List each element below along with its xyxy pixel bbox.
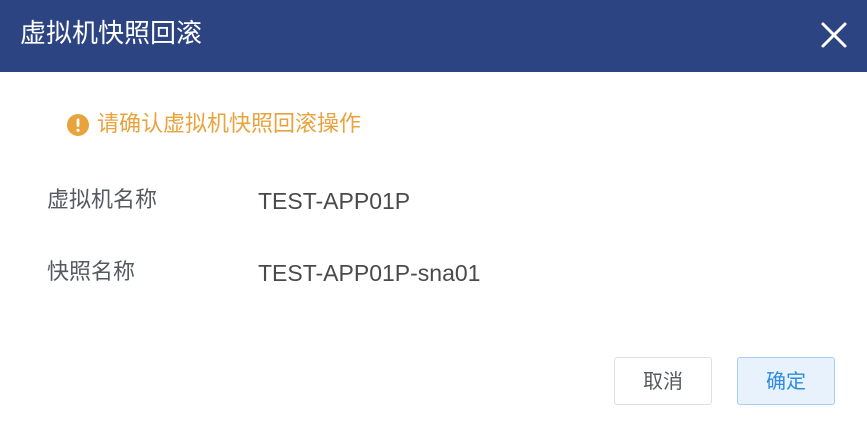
dialog-header: 虚拟机快照回滚 [0,0,867,72]
confirm-button[interactable]: 确定 [737,357,835,405]
snapshot-name-label: 快照名称 [47,260,136,285]
vm-name-label: 虚拟机名称 [47,188,158,213]
dialog-title: 虚拟机快照回滚 [20,19,203,49]
snapshot-rollback-dialog: 虚拟机快照回滚 请确认虚拟机快照回滚操作 虚拟机名称 TEST-APP01P 快… [0,0,867,436]
close-icon[interactable] [819,20,849,50]
vm-name-value: TEST-APP01P [258,188,411,214]
cancel-button[interactable]: 取消 [614,357,712,405]
warning-message: 请确认虚拟机快照回滚操作 [67,110,361,140]
snapshot-name-value: TEST-APP01P-sna01 [258,260,481,286]
exclamation-circle-icon [67,114,89,136]
warning-text: 请确认虚拟机快照回滚操作 [97,112,362,137]
